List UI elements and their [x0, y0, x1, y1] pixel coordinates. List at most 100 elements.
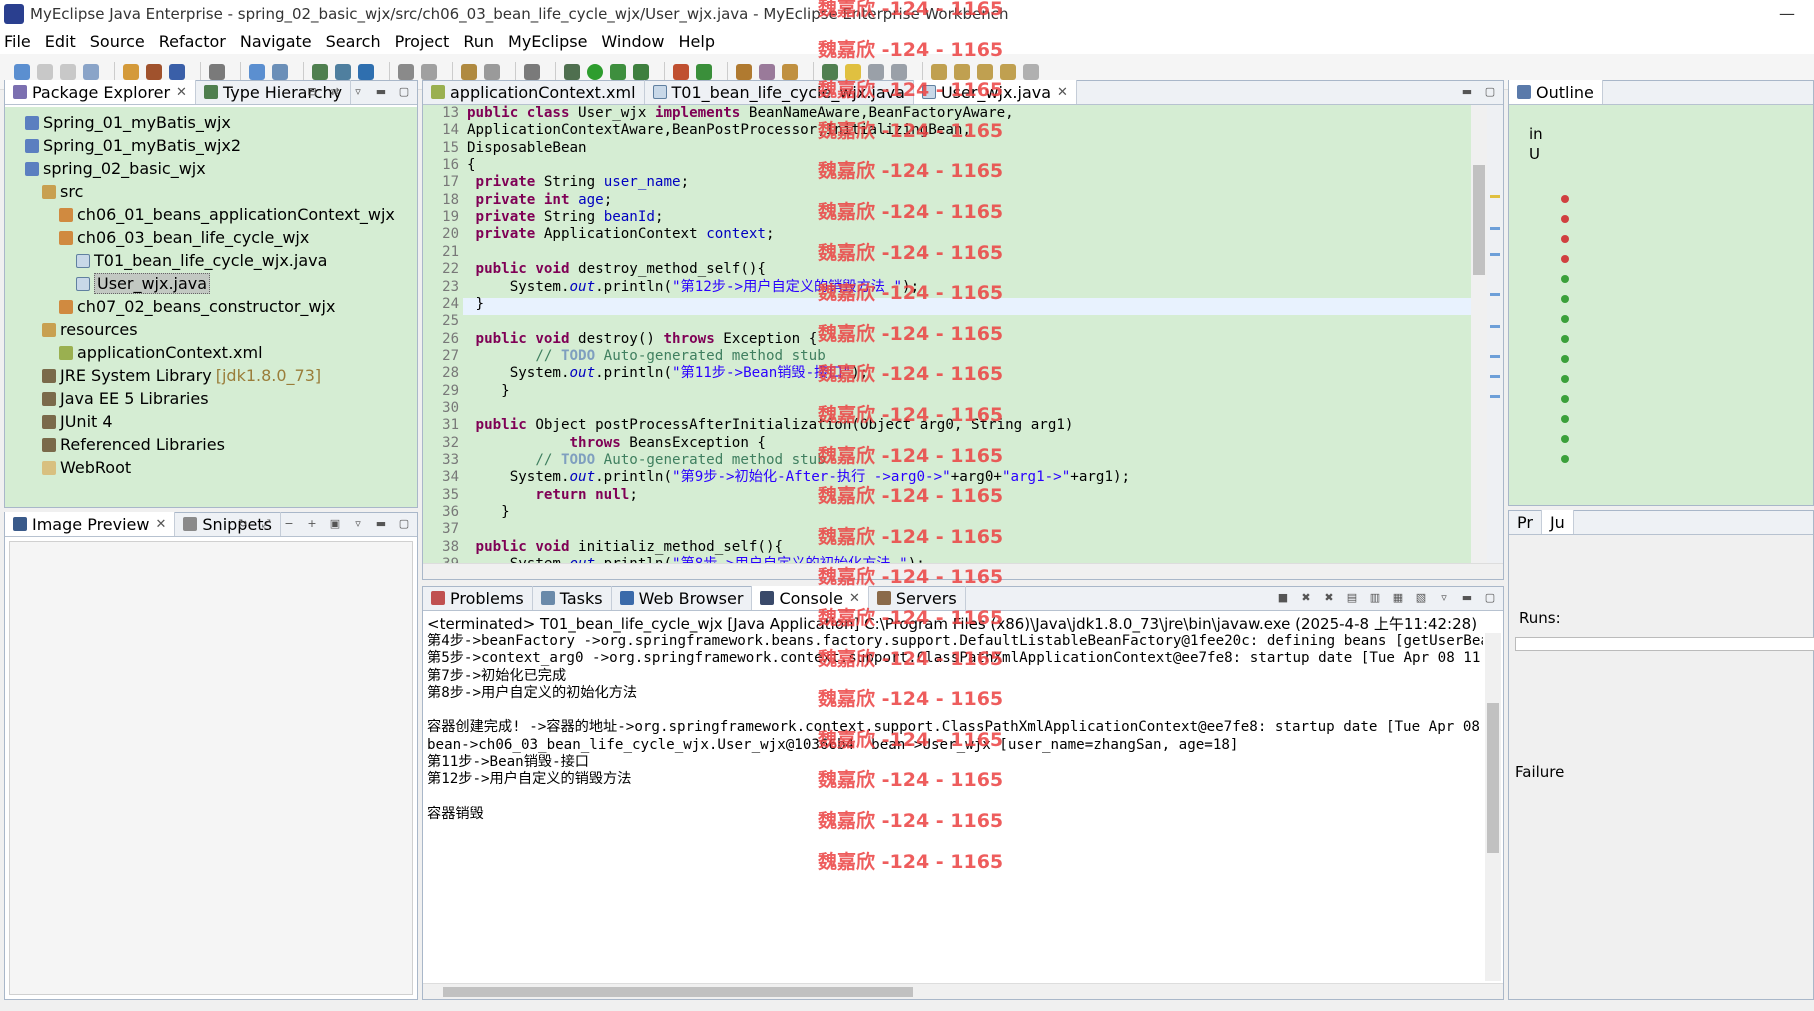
tree-item[interactable]: Spring_01_myBatis_wjx — [5, 111, 417, 134]
code-line[interactable]: DisposableBean — [467, 140, 587, 157]
external-tools-icon[interactable] — [633, 63, 649, 80]
scroll-thumb[interactable] — [443, 987, 913, 997]
menu-refactor[interactable]: Refactor — [159, 32, 226, 51]
tab-problems[interactable]: Problems — [423, 586, 533, 610]
save-icon[interactable] — [37, 63, 53, 80]
run-icon[interactable] — [587, 63, 603, 80]
code-line[interactable]: } — [467, 296, 485, 313]
code-line[interactable]: System.out.println("第11步->Bean销毁-接口"); — [467, 365, 868, 382]
wizard2-icon[interactable] — [272, 63, 288, 80]
code-line[interactable]: System.out.println("第8步->用户自定义的初始化方法 "); — [467, 556, 925, 563]
code-line[interactable]: return null; — [467, 487, 638, 504]
tab-servers[interactable]: Servers — [869, 586, 966, 610]
menu-file[interactable]: File — [4, 32, 31, 51]
maximize-view-icon[interactable]: ▢ — [1483, 591, 1497, 605]
code-line[interactable]: private String beanId; — [467, 209, 664, 226]
code-line[interactable]: private ApplicationContext context; — [467, 226, 775, 243]
menu-help[interactable]: Help — [679, 32, 715, 51]
close-icon[interactable]: ✕ — [1057, 85, 1068, 100]
mark-occurrences-icon[interactable] — [845, 63, 861, 80]
project-icon[interactable] — [169, 63, 185, 80]
editor-horizontal-scrollbar[interactable] — [423, 563, 1503, 579]
terminate-icon[interactable]: ■ — [1276, 591, 1290, 605]
editor-vertical-scrollbar[interactable] — [1471, 105, 1487, 563]
scroll-thumb[interactable] — [1487, 703, 1499, 853]
display-console-icon[interactable]: ▧ — [1414, 591, 1428, 605]
search-icon[interactable] — [822, 63, 838, 80]
code-line[interactable]: public class User_wjx implements BeanNam… — [467, 105, 1014, 122]
code-line[interactable]: ApplicationContextAware,BeanPostProcesso… — [467, 122, 971, 139]
block-selection-icon[interactable] — [868, 63, 884, 80]
print-icon[interactable] — [83, 63, 99, 80]
wizard-icon[interactable] — [249, 63, 265, 80]
tree-item[interactable]: Referenced Libraries — [5, 433, 417, 456]
globe-icon[interactable] — [358, 63, 374, 80]
prev-annotation-icon[interactable] — [954, 63, 970, 80]
actual-size-icon[interactable]: ▣ — [328, 517, 342, 531]
tab-image-preview[interactable]: Image Preview ✕ — [5, 512, 176, 536]
tree-item[interactable]: spring_02_basic_wjx — [5, 157, 417, 180]
new-icon[interactable] — [14, 63, 30, 80]
back-icon[interactable] — [1000, 63, 1016, 80]
forward-icon[interactable] — [1023, 63, 1039, 80]
code-editor[interactable]: 13 14 15 16 17 18 19 20 21 22 23 24 25 26 27 28 29 30 31 32… — [423, 105, 1503, 579]
code-line[interactable]: } — [467, 383, 510, 400]
new-package-icon[interactable] — [312, 63, 328, 80]
tab-console[interactable]: Console ✕ — [752, 586, 869, 610]
open-resource-icon[interactable] — [421, 63, 437, 80]
new-class-icon[interactable] — [335, 63, 351, 80]
code-line[interactable]: // TODO Auto-generated method stub — [467, 452, 825, 469]
tab-tasks[interactable]: Tasks — [533, 586, 612, 610]
server-icon[interactable] — [146, 63, 162, 80]
tree-item[interactable]: Spring_01_myBatis_wjx2 — [5, 134, 417, 157]
build-icon[interactable] — [461, 63, 477, 80]
brush-icon[interactable] — [759, 63, 775, 80]
link-editor-icon[interactable]: ⇄ — [328, 85, 342, 99]
code-area[interactable]: public class User_wjx implements BeanNam… — [467, 105, 1471, 563]
show-whitespace-icon[interactable] — [891, 63, 907, 80]
tree-item[interactable]: JUnit 4 — [5, 410, 417, 433]
remove-all-icon[interactable]: ✖ — [1322, 591, 1336, 605]
minimize-view-icon[interactable]: ▬ — [1460, 591, 1474, 605]
tree-item[interactable]: JRE System Library [jdk1.8.0_73] — [5, 364, 417, 387]
tree-item[interactable]: T01_bean_life_cycle_wjx.java — [5, 249, 417, 272]
menu-source[interactable]: Source — [90, 32, 145, 51]
scroll-thumb[interactable] — [1473, 165, 1485, 275]
tree-item[interactable]: WebRoot — [5, 456, 417, 479]
outline-item[interactable]: U — [1529, 145, 1540, 163]
menu-project[interactable]: Project — [395, 32, 450, 51]
fit-icon[interactable]: ⤢ — [259, 517, 273, 531]
console-icon[interactable] — [484, 63, 500, 80]
tab-applicationcontext-xml[interactable]: applicationContext.xml — [423, 80, 645, 104]
minimize-view-icon[interactable]: ▬ — [374, 85, 388, 99]
tree-item[interactable]: ch06_03_bean_life_cycle_wjx — [5, 226, 417, 249]
tree-item[interactable]: src — [5, 180, 417, 203]
tree-item[interactable]: resources — [5, 318, 417, 341]
collapse-all-icon[interactable]: ⊟ — [305, 85, 319, 99]
coverage-icon[interactable] — [610, 63, 626, 80]
minimize-view-icon[interactable]: ▬ — [1460, 85, 1474, 99]
close-icon[interactable]: ✕ — [849, 591, 860, 606]
tab-junit[interactable]: Ju — [1541, 510, 1574, 534]
code-line[interactable]: public void destroy() throws Exception { — [467, 331, 818, 348]
code-line[interactable]: throws BeansException { — [467, 435, 766, 452]
refresh-icon[interactable] — [696, 63, 712, 80]
outline-item[interactable]: in — [1529, 125, 1543, 143]
code-line[interactable]: public void initializ_method_self(){ — [467, 539, 784, 556]
console-vertical-scrollbar[interactable] — [1485, 633, 1501, 981]
menu-run[interactable]: Run — [463, 32, 494, 51]
tree-item-selected[interactable]: User_wjx.java — [5, 272, 417, 295]
view-menu-icon[interactable]: ▿ — [351, 85, 365, 99]
minimize-view-icon[interactable]: ▬ — [374, 517, 388, 531]
view-menu-icon[interactable]: ▿ — [351, 517, 365, 531]
code-line[interactable]: public void destroy_method_self(){ — [467, 261, 766, 278]
code-line[interactable]: // TODO Auto-generated method stub — [467, 348, 825, 365]
tab-package-explorer[interactable]: Package Explorer ✕ — [5, 80, 196, 104]
monitor-icon[interactable] — [524, 63, 540, 80]
failures-label[interactable]: Failure — [1515, 763, 1564, 781]
tab-user-wjx-java[interactable]: User_wjx.java ✕ — [913, 80, 1077, 104]
terminal-icon[interactable] — [209, 63, 225, 80]
code-line[interactable]: } — [467, 504, 510, 521]
maximize-view-icon[interactable]: ▢ — [397, 85, 411, 99]
tab-outline[interactable]: Outline — [1509, 80, 1603, 104]
